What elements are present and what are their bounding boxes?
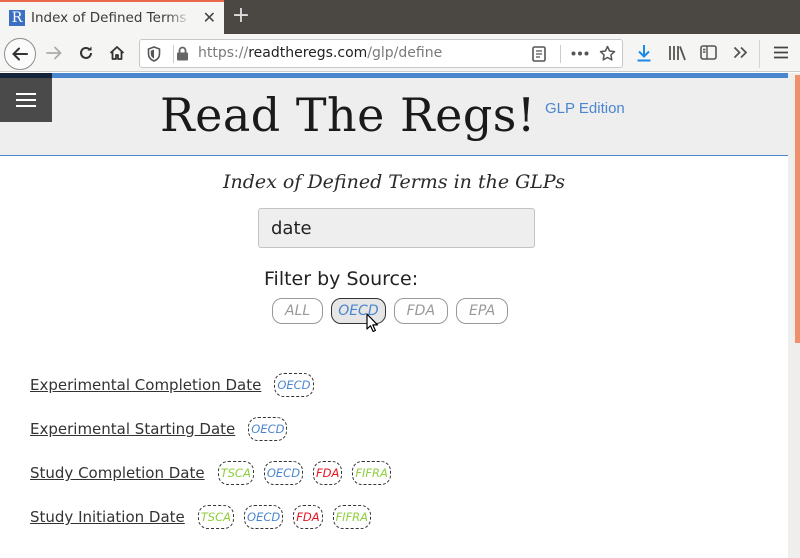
page-scrollbar[interactable] [788, 73, 800, 558]
url-separator [560, 45, 561, 63]
term-link[interactable]: Study Initiation Date [30, 508, 185, 526]
url-separator [173, 45, 174, 63]
source-tag-fda: FDA [293, 505, 323, 529]
site-header: Read The Regs! GLP Edition [0, 73, 788, 156]
list-item: Experimental Completion Date OECD [30, 363, 401, 407]
new-tab-button[interactable]: + [230, 3, 252, 29]
source-filters: ALL OECD FDA EPA [272, 298, 509, 324]
overflow-icon[interactable] [733, 46, 748, 59]
search-input[interactable] [258, 208, 535, 248]
reader-view-icon[interactable] [532, 46, 546, 62]
filter-all-button[interactable]: ALL [272, 298, 324, 324]
site-title[interactable]: Read The Regs! [160, 88, 536, 142]
download-icon[interactable] [636, 44, 652, 62]
tab-bar: R Index of Defined Terms in the GLPs ✕ + [0, 0, 800, 34]
menu-bar-icon [16, 105, 36, 107]
term-link[interactable]: Study Completion Date [30, 464, 205, 482]
hamburger-menu-icon[interactable] [774, 46, 788, 59]
source-tag-tsca: TSCA [197, 505, 235, 529]
mouse-cursor-icon [366, 313, 379, 333]
menu-bar-icon [16, 99, 36, 101]
edition-label: GLP Edition [545, 100, 625, 117]
filter-label: Filter by Source: [264, 268, 419, 290]
active-tab[interactable]: R Index of Defined Terms in the GLPs ✕ [0, 0, 224, 34]
shield-icon[interactable] [147, 46, 161, 62]
reload-icon [80, 46, 92, 59]
home-button[interactable] [103, 39, 131, 67]
list-item: Experimental Starting Date OECD [30, 407, 401, 451]
reload-button[interactable] [72, 39, 100, 67]
forward-button[interactable] [40, 39, 68, 67]
filter-fda-button[interactable]: FDA [393, 298, 449, 324]
filter-epa-button[interactable]: EPA [456, 298, 509, 324]
scrollbar-thumb[interactable] [795, 75, 800, 343]
page-title: Index of Defined Terms in the GLPs [223, 171, 565, 193]
list-item: Study Initiation Date TSCA OECD FDA FIFR… [30, 495, 401, 539]
source-tag-tsca: TSCA [217, 461, 254, 485]
list-item: Study Completion Date TSCA OECD FDA FIFR… [30, 451, 401, 495]
toolbar-separator [759, 40, 760, 68]
more-actions-icon[interactable] [571, 51, 589, 56]
sidebar-icon[interactable] [700, 45, 717, 60]
home-icon [109, 46, 125, 60]
forward-icon [46, 46, 62, 60]
back-icon [12, 47, 28, 61]
tab-title: Index of Defined Terms in the GLPs [31, 10, 191, 26]
menu-bar-icon [16, 93, 36, 95]
lock-icon[interactable] [176, 46, 189, 61]
back-button[interactable] [4, 38, 36, 70]
term-link[interactable]: Experimental Starting Date [30, 420, 235, 438]
source-tag-fda: FDA [313, 461, 343, 485]
close-tab-icon[interactable]: ✕ [203, 8, 216, 27]
site-favicon-icon: R [9, 10, 25, 26]
url-bar[interactable]: https://readtheregs.com/glp/define [139, 39, 623, 68]
url-host: readtheregs.com [248, 45, 368, 61]
source-tag-oecd: OECD [244, 505, 284, 529]
url-text[interactable]: https://readtheregs.com/glp/define [198, 45, 442, 61]
page-content: Read The Regs! GLP Edition Index of Defi… [0, 73, 788, 558]
bookmark-star-icon[interactable] [599, 45, 616, 62]
source-tag-oecd: OECD [274, 373, 314, 397]
source-tag-fifra: FIFRA [332, 505, 372, 529]
source-tag-oecd: OECD [263, 461, 304, 485]
url-path: /glp/define [367, 45, 443, 61]
term-link[interactable]: Experimental Completion Date [30, 376, 261, 394]
source-tag-fifra: FIFRA [352, 461, 391, 485]
library-icon[interactable] [668, 45, 686, 61]
terms-list: Experimental Completion Date OECD Experi… [30, 363, 401, 539]
url-scheme: https:// [198, 45, 249, 61]
source-tag-oecd: OECD [248, 417, 288, 441]
site-menu-button[interactable] [0, 73, 52, 122]
